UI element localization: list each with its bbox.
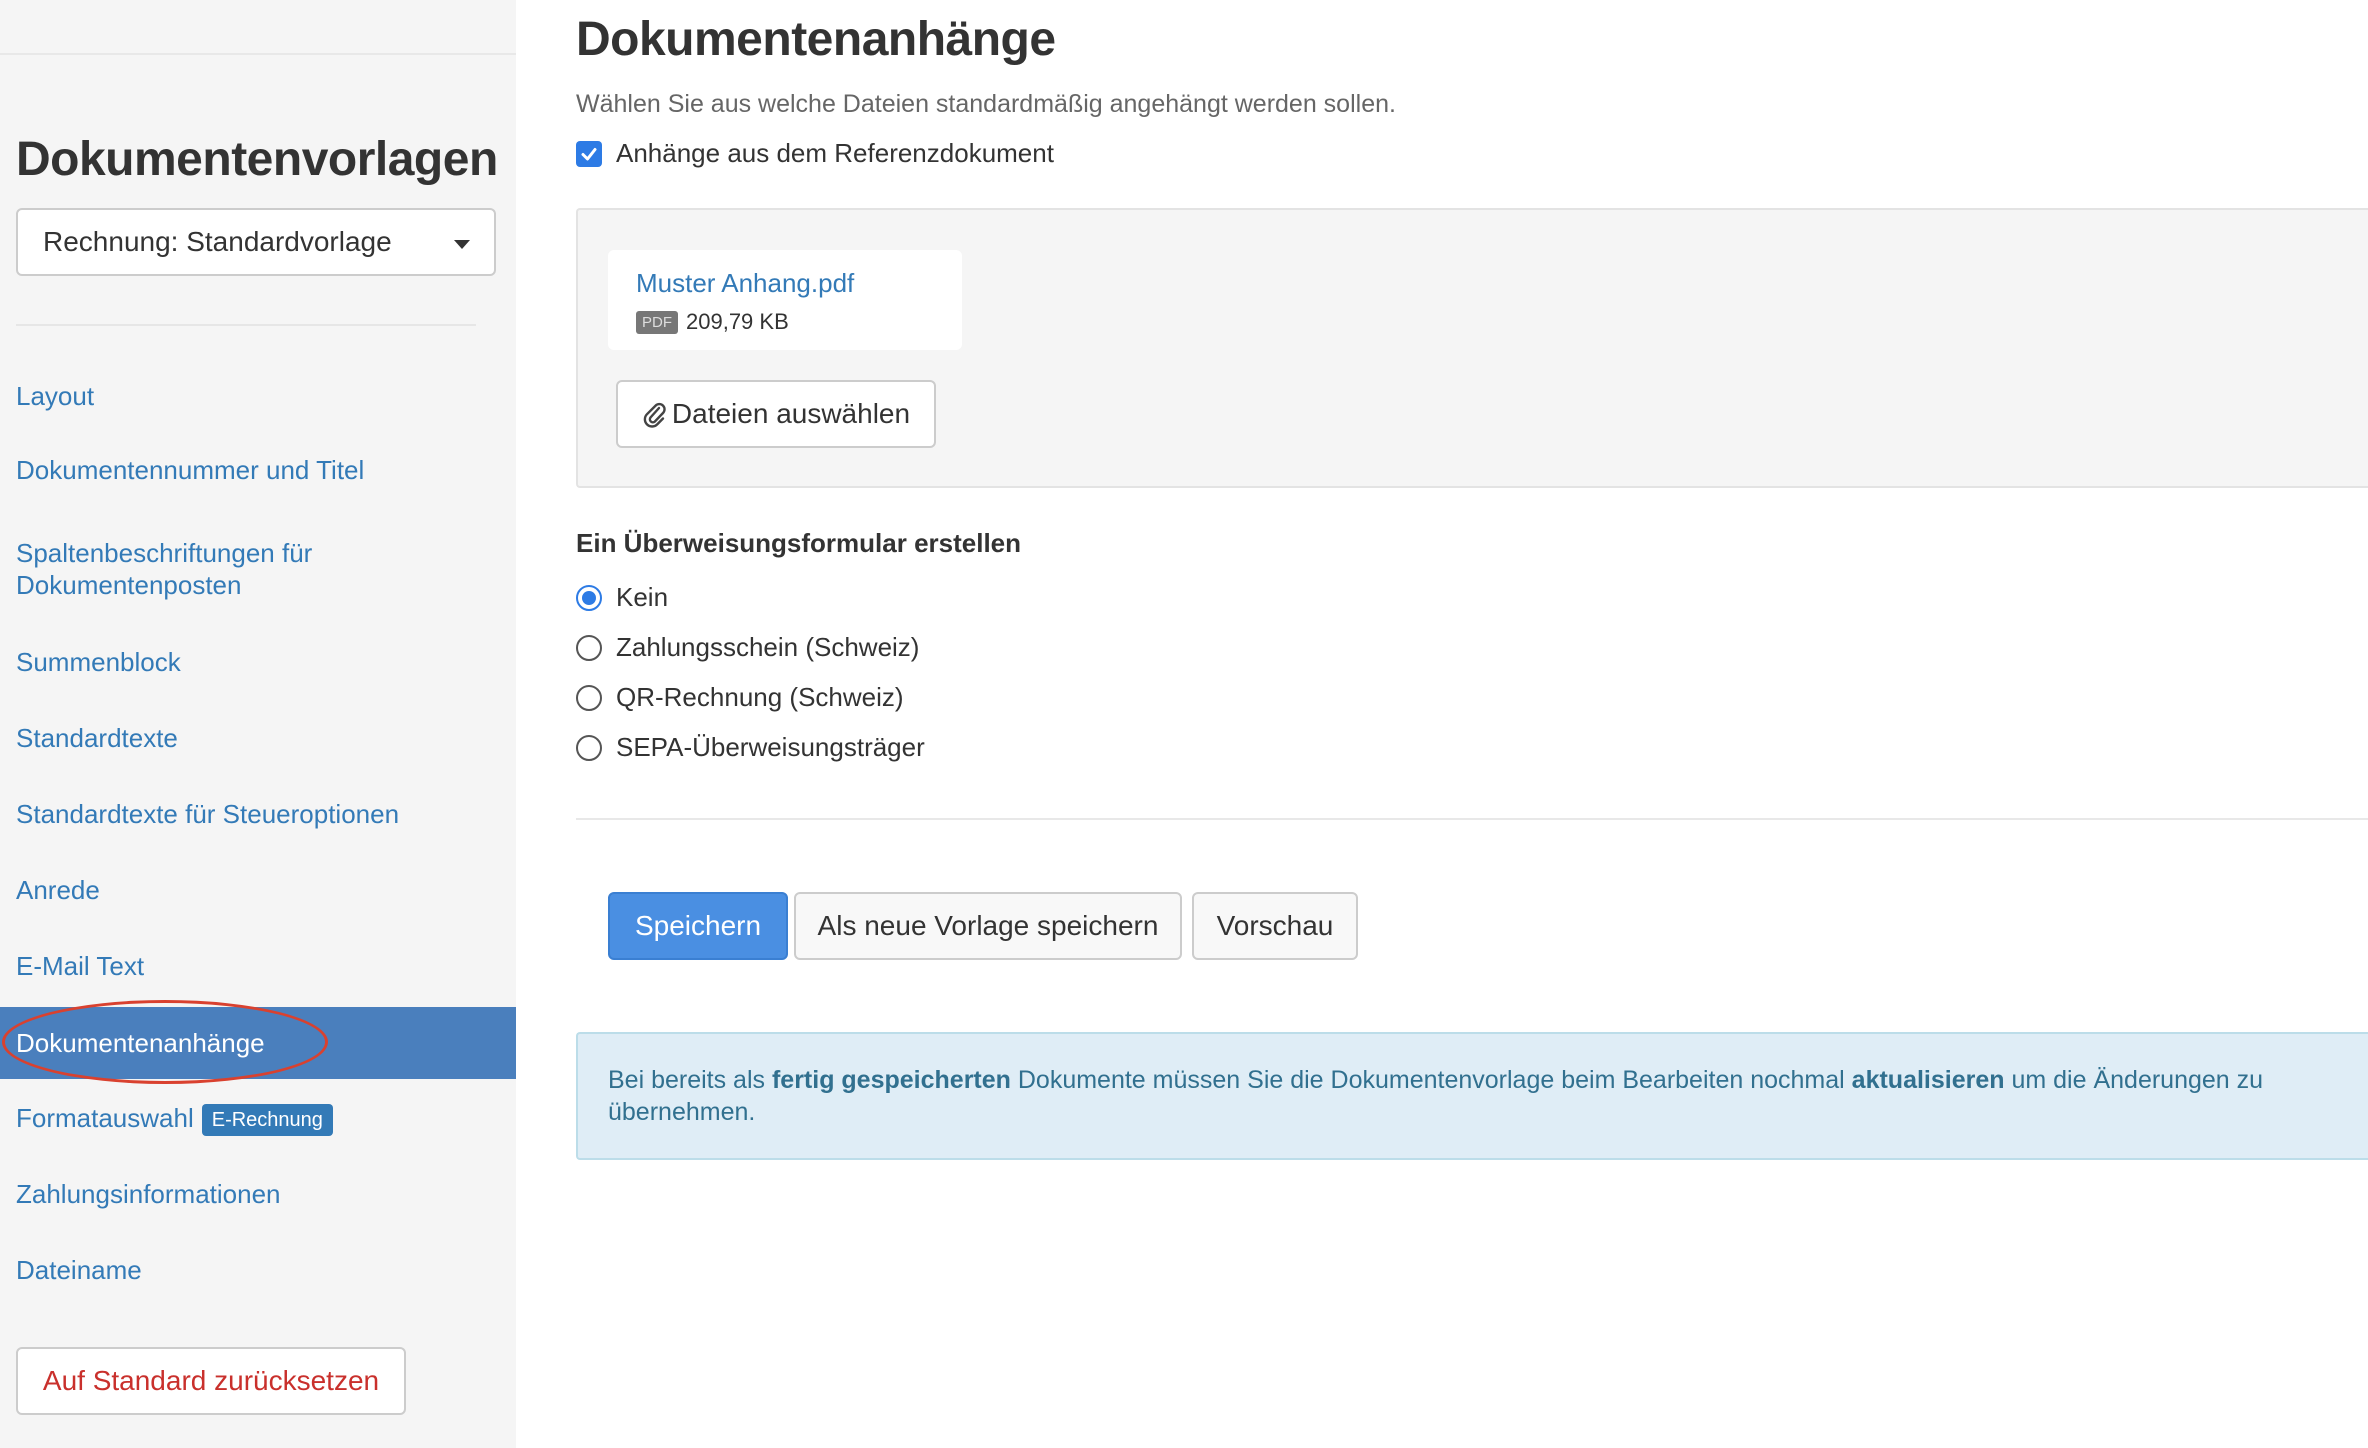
divider (0, 53, 516, 55)
radio-option-kein[interactable]: Kein (576, 582, 668, 613)
divider (576, 818, 2368, 820)
sidebar-item-steueroptionen[interactable]: Standardtexte für Steueroptionen (0, 798, 516, 830)
radio-button[interactable] (576, 584, 602, 611)
radio-label: SEPA-Überweisungsträger (616, 732, 925, 762)
sidebar-item-anrede[interactable]: Anrede (0, 874, 516, 906)
radio-option-sepa[interactable]: SEPA-Überweisungsträger (576, 732, 925, 763)
info-text-bold: aktualisieren (1851, 1066, 2005, 1094)
checkmark-icon (581, 147, 597, 160)
sidebar-item-label: Spaltenbeschriftungen für Dokumentenpost… (16, 538, 313, 600)
sidebar-item-layout[interactable]: Layout (0, 380, 516, 412)
radio-button[interactable] (576, 734, 602, 761)
sidebar-item-standardtexte[interactable]: Standardtexte (0, 722, 516, 754)
radio-option-zahlungsschein[interactable]: Zahlungsschein (Schweiz) (576, 632, 919, 663)
reference-attachments-label: Anhänge aus dem Referenzdokument (616, 138, 1054, 168)
info-text: Bei bereits als (608, 1066, 772, 1094)
main-content: Dokumentenanhänge Wählen Sie aus welche … (576, 0, 2368, 1448)
choose-files-label: Dateien auswählen (671, 398, 911, 429)
reference-attachments-checkbox-row[interactable]: Anhänge aus dem Referenzdokument (576, 138, 1054, 169)
divider (16, 324, 476, 326)
radio-label: Zahlungsschein (Schweiz) (616, 632, 920, 662)
sidebar-item-label: Formatauswahl (16, 1103, 194, 1133)
attachment-upload-area: Muster Anhang.pdf PDF 209,79 KB Dateien … (576, 208, 2368, 488)
page-subtitle: Wählen Sie aus welche Dateien standardmä… (576, 90, 1396, 118)
reset-to-default-button[interactable]: Auf Standard zurücksetzen (16, 1347, 406, 1415)
radio-label: Kein (616, 582, 669, 612)
save-button[interactable]: Speichern (608, 892, 788, 960)
sidebar-item-label: E-Mail Text (16, 951, 145, 981)
choose-files-button[interactable]: Dateien auswählen (616, 380, 936, 448)
radio-option-qr-rechnung[interactable]: QR-Rechnung (Schweiz) (576, 682, 904, 713)
sidebar-item-label: Dokumentennummer und Titel (16, 455, 365, 485)
info-text-bold: fertig gespeicherten (771, 1066, 1011, 1094)
sidebar-item-zahlungsinformationen[interactable]: Zahlungsinformationen (0, 1178, 516, 1210)
template-select[interactable]: Rechnung: Standardvorlage (16, 208, 496, 276)
paperclip-icon (643, 402, 666, 428)
attachment-size: 209,79 KB (686, 309, 789, 334)
attachment-meta: PDF 209,79 KB (636, 309, 962, 335)
sidebar-item-dateiname[interactable]: Dateiname (0, 1254, 516, 1286)
sidebar-item-dokumentenanhaenge[interactable]: Dokumentenanhänge (0, 1007, 516, 1079)
attachment-file-card: Muster Anhang.pdf PDF 209,79 KB (608, 250, 962, 350)
sidebar-item-email-text[interactable]: E-Mail Text (0, 950, 516, 982)
sidebar-item-formatauswahl[interactable]: Formatauswahl E-Rechnung (0, 1102, 516, 1137)
preview-button[interactable]: Vorschau (1192, 892, 1358, 960)
e-rechnung-badge: E-Rechnung (201, 1104, 333, 1137)
transfer-form-title: Ein Überweisungsformular erstellen (576, 528, 1022, 558)
sidebar-item-dokumentennummer[interactable]: Dokumentennummer und Titel (0, 454, 516, 486)
chevron-down-icon (454, 240, 470, 249)
sidebar-item-label: Layout (16, 381, 95, 411)
save-as-new-template-button[interactable]: Als neue Vorlage speichern (794, 892, 1182, 960)
info-text: Dokumente müssen Sie die Dokumentenvorla… (1010, 1066, 1852, 1094)
page-title: Dokumentenanhänge (576, 13, 1056, 66)
sidebar-item-label: Standardtexte für Steueroptionen (16, 799, 400, 829)
template-select-value: Rechnung: Standardvorlage (43, 226, 392, 257)
sidebar-item-label: Anrede (16, 875, 100, 905)
sidebar: Dokumentenvorlagen Rechnung: Standardvor… (0, 0, 516, 1448)
sidebar-item-summenblock[interactable]: Summenblock (0, 646, 516, 678)
sidebar-item-label: Standardtexte (16, 723, 178, 753)
radio-button[interactable] (576, 634, 602, 661)
info-alert: Bei bereits als fertig gespeicherten Dok… (576, 1032, 2368, 1160)
sidebar-item-label: Zahlungsinformationen (16, 1179, 281, 1209)
radio-label: QR-Rechnung (Schweiz) (616, 682, 904, 712)
radio-button[interactable] (576, 684, 602, 711)
sidebar-item-label: Summenblock (16, 647, 181, 677)
attachment-filename-link[interactable]: Muster Anhang.pdf (636, 268, 962, 299)
sidebar-title: Dokumentenvorlagen (16, 133, 498, 186)
sidebar-item-label: Dokumentenanhänge (16, 1028, 265, 1058)
sidebar-item-label: Dateiname (16, 1255, 142, 1285)
pdf-file-icon: PDF (636, 310, 678, 334)
reference-attachments-checkbox[interactable] (576, 140, 602, 167)
sidebar-item-spaltenbeschriftungen[interactable]: Spaltenbeschriftungen für Dokumentenpost… (0, 537, 340, 601)
